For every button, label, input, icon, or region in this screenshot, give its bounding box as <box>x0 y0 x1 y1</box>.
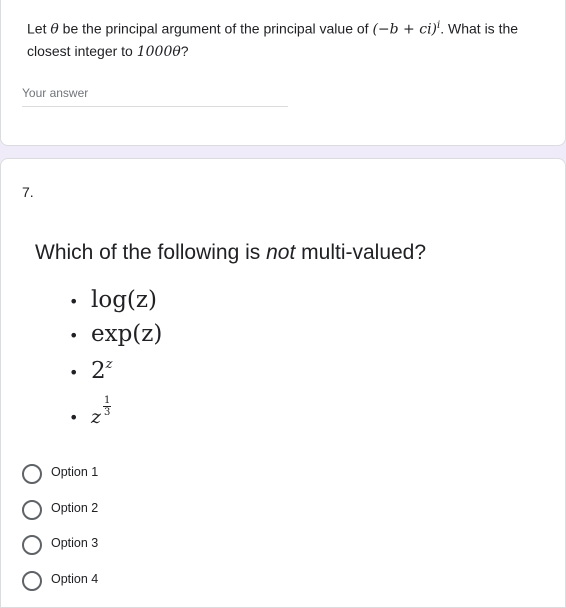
q6-target-value: 1000θ <box>136 43 181 60</box>
math-item-power-exponent: z <box>105 357 113 372</box>
q6-text-mid: be the principal argument of the princip… <box>58 20 373 37</box>
option-label: Option 4 <box>51 572 99 586</box>
question-card-previous: Let θ be the principal argument of the p… <box>0 0 566 146</box>
answer-input[interactable] <box>22 85 288 101</box>
question-card-7: 7. Which of the following is not multi-v… <box>0 158 566 608</box>
math-item-root: • z 1 3 <box>69 395 112 429</box>
answer-field[interactable] <box>22 84 288 107</box>
question-number: 7. <box>22 184 34 200</box>
math-item-exp: • exp(z) <box>69 321 162 347</box>
q6-text-before: Let <box>27 20 51 37</box>
option-label: Option 3 <box>51 536 99 550</box>
q6-text-end: ? <box>180 42 189 59</box>
q7-title-before: Which of the following is <box>35 241 267 264</box>
math-item-root-base: z <box>91 406 102 428</box>
option-label: Option 2 <box>51 501 99 515</box>
radio-button-icon[interactable] <box>22 535 42 555</box>
math-item-root-fraction: 13 <box>103 395 112 418</box>
fraction-denominator: 3 <box>104 407 111 418</box>
fraction-numerator: 1 <box>103 395 112 407</box>
q7-title-emphasis: not <box>266 241 296 264</box>
radio-button-icon[interactable] <box>22 500 42 520</box>
bullet-icon: • <box>69 291 79 311</box>
math-item-log-text: log(z) <box>91 287 157 313</box>
radio-button-icon[interactable] <box>22 571 42 591</box>
theta-symbol: θ <box>50 21 59 38</box>
q6-expression: (−b + ci) <box>372 21 438 38</box>
bullet-icon: • <box>69 407 79 427</box>
bullet-icon: • <box>69 325 79 345</box>
math-item-power: • 2z <box>69 357 113 384</box>
option-label: Option 1 <box>51 465 99 479</box>
math-item-power-base: 2 <box>91 358 106 384</box>
math-item-log: • log(z) <box>69 287 157 313</box>
bullet-icon: • <box>69 362 79 382</box>
question-title: Which of the following is not multi-valu… <box>35 241 426 265</box>
q7-title-after: multi-valued? <box>295 241 427 264</box>
radio-button-icon[interactable] <box>22 464 42 484</box>
math-item-exp-text: exp(z) <box>91 321 163 347</box>
question-6-text: Let θ be the principal argument of the p… <box>27 15 547 63</box>
